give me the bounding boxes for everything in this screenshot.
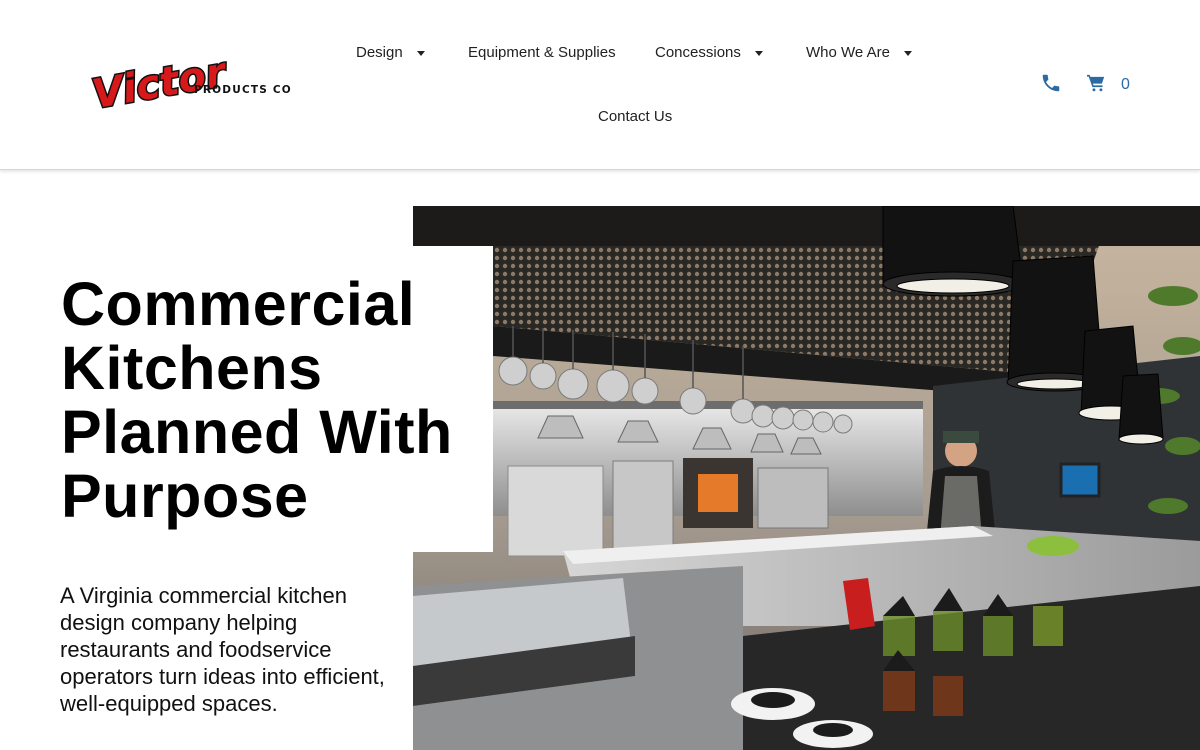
hero-title: Commercial Kitchens Planned With Purpose <box>61 270 453 530</box>
main-nav: Design Equipment & Supplies Concessions … <box>330 0 940 170</box>
cart-count-badge: 0 <box>1121 75 1130 93</box>
phone-icon[interactable] <box>1040 72 1062 94</box>
nav-equipment-label: Equipment & Supplies <box>468 44 616 61</box>
caret-down-icon <box>903 50 912 56</box>
nav-concessions-label: Concessions <box>655 44 741 61</box>
nav-who-we-are-label: Who We Are <box>806 44 890 61</box>
nav-item-equipment-supplies[interactable]: Equipment & Supplies <box>468 44 616 61</box>
nav-item-contact-us[interactable]: Contact Us <box>598 108 672 125</box>
victor-logo[interactable]: Victor PRODUCTS CO. <box>86 56 291 114</box>
phone-icon-glyph <box>1042 74 1060 92</box>
cart-icon <box>1087 74 1105 92</box>
nav-item-concessions[interactable]: Concessions <box>655 44 763 61</box>
nav-item-design[interactable]: Design <box>356 44 425 61</box>
caret-down-icon <box>754 50 763 56</box>
logo-tagline: PRODUCTS CO. <box>194 84 291 96</box>
victor-logo-mark: Victor PRODUCTS CO. <box>87 56 291 114</box>
kitchen-photo-illustration <box>413 206 1200 750</box>
site-header: Victor PRODUCTS CO. Design Equipment & S… <box>0 0 1200 170</box>
nav-contact-label: Contact Us <box>598 108 673 125</box>
hero-description: A Virginia commercial kitchen design com… <box>60 583 385 716</box>
cart-button[interactable]: 0 <box>1086 73 1130 94</box>
nav-item-who-we-are[interactable]: Who We Are <box>806 44 912 61</box>
caret-down-icon <box>416 50 425 56</box>
header-utilities: 0 <box>1040 68 1130 98</box>
hero-kitchen-photo <box>413 206 1200 750</box>
nav-design-label: Design <box>356 44 403 61</box>
